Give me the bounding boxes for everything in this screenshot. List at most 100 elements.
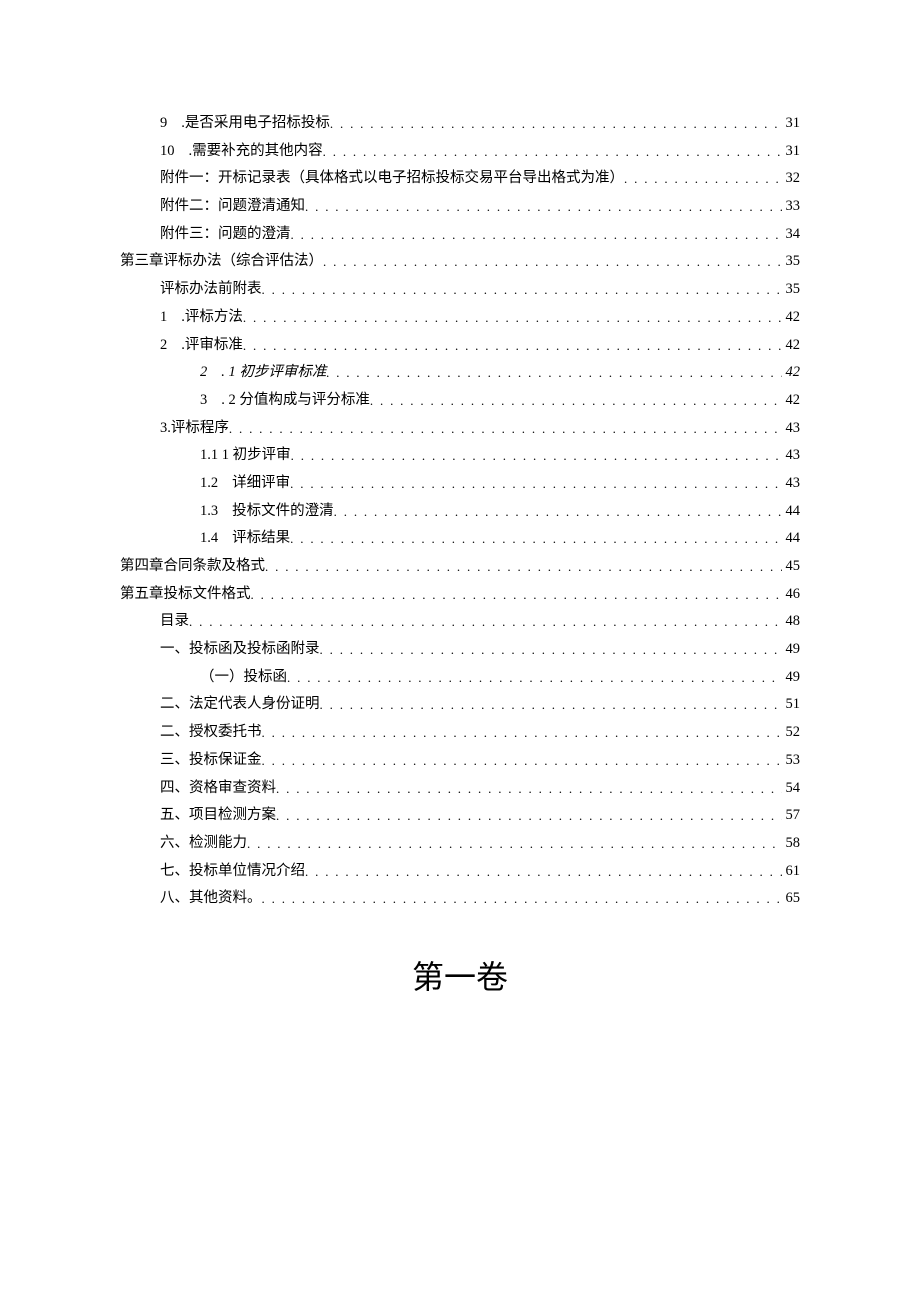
toc-entry: 附件一：开标记录表（具体格式以电子招标投标交易平台导出格式为准） 32 bbox=[120, 167, 800, 190]
toc-entry-page: 44 bbox=[782, 527, 801, 550]
toc-entry: 五、项目检测方案 57 bbox=[120, 804, 800, 827]
toc-leader-dots bbox=[330, 114, 782, 135]
toc-entry-label: 八、其他资料。 bbox=[160, 887, 262, 910]
toc-leader-dots bbox=[323, 142, 782, 163]
toc-entry: 七、投标单位情况介绍 61 bbox=[120, 860, 800, 883]
toc-entry-page: 54 bbox=[782, 777, 801, 800]
toc-leader-dots bbox=[305, 197, 782, 218]
toc-entry-label: 一、投标函及投标函附录 bbox=[160, 638, 320, 661]
toc-leader-dots bbox=[247, 834, 782, 855]
toc-leader-dots bbox=[323, 252, 782, 273]
toc-entry: 二、授权委托书 52 bbox=[120, 721, 800, 744]
toc-entry: 3.评标程序 43 bbox=[120, 417, 800, 440]
toc-leader-dots bbox=[320, 640, 782, 661]
toc-entry-label: 1.1 1 初步评审 bbox=[200, 444, 291, 467]
toc-entry-page: 45 bbox=[782, 555, 801, 578]
toc-entry: 2.评审标准 42 bbox=[120, 334, 800, 357]
toc-entry: （一）投标函49 bbox=[120, 666, 800, 689]
toc-entry-page: 32 bbox=[782, 167, 801, 190]
toc-entry-label: 3.评标程序 bbox=[160, 417, 229, 440]
toc-leader-dots bbox=[291, 446, 782, 467]
toc-entry: 10.需要补充的其他内容31 bbox=[120, 140, 800, 163]
toc-entry-page: 49 bbox=[782, 638, 801, 661]
toc-entry-page: 65 bbox=[782, 887, 801, 910]
toc-entry-page: 42 bbox=[782, 361, 801, 384]
toc-leader-dots bbox=[276, 806, 782, 827]
toc-entry: 评标办法前附表 35 bbox=[120, 278, 800, 301]
toc-entry-page: 42 bbox=[782, 334, 801, 357]
toc-leader-dots bbox=[262, 280, 782, 301]
toc-entry-label: 七、投标单位情况介绍 bbox=[160, 860, 305, 883]
toc-entry-page: 48 bbox=[782, 610, 801, 633]
toc-entry-label: 附件三：问题的澄清 bbox=[160, 223, 291, 246]
toc-entry: 1.4评标结果 44 bbox=[120, 527, 800, 550]
toc-leader-dots bbox=[326, 363, 781, 384]
toc-entry-page: 42 bbox=[782, 389, 801, 412]
toc-leader-dots bbox=[262, 723, 782, 744]
toc-entry: 9.是否采用电子招标投标31 bbox=[120, 112, 800, 135]
toc-leader-dots bbox=[189, 612, 782, 633]
toc-leader-dots bbox=[229, 419, 782, 440]
toc-entry: 四、资格审查资料 54 bbox=[120, 777, 800, 800]
toc-entry-label: 评标办法前附表 bbox=[160, 278, 262, 301]
toc-entry-label: 1.2详细评审 bbox=[200, 472, 290, 495]
toc-entry: 第五章投标文件格式 46 bbox=[120, 583, 800, 606]
toc-entry-page: 44 bbox=[782, 500, 801, 523]
volume-heading: 第一卷 bbox=[120, 952, 800, 998]
toc-entry-label: 1.评标方法 bbox=[160, 306, 243, 329]
toc-entry-label: 目录 bbox=[160, 610, 189, 633]
toc-entry: 3. 2 分值构成与评分标准42 bbox=[120, 389, 800, 412]
toc-entry-page: 31 bbox=[782, 112, 801, 135]
toc-entry: 一、投标函及投标函附录 49 bbox=[120, 638, 800, 661]
toc-entry-label: 五、项目检测方案 bbox=[160, 804, 276, 827]
toc-entry-page: 43 bbox=[782, 472, 801, 495]
toc-entry: 六、检测能力 58 bbox=[120, 832, 800, 855]
toc-leader-dots bbox=[334, 502, 782, 523]
toc-entry-label: 2.评审标准 bbox=[160, 334, 243, 357]
toc-entry: 第三章评标办法（综合评估法） 35 bbox=[120, 250, 800, 273]
toc-entry-page: 61 bbox=[782, 860, 801, 883]
toc-entry-page: 35 bbox=[782, 250, 801, 273]
toc-entry: 八、其他资料。 65 bbox=[120, 887, 800, 910]
toc-leader-dots bbox=[251, 585, 782, 606]
toc-leader-dots bbox=[276, 779, 782, 800]
table-of-contents: 9.是否采用电子招标投标3110.需要补充的其他内容31附件一：开标记录表（具体… bbox=[120, 112, 800, 910]
toc-entry-page: 49 bbox=[782, 666, 801, 689]
toc-entry: 三、投标保证金53 bbox=[120, 749, 800, 772]
toc-entry-label: 第五章投标文件格式 bbox=[120, 583, 251, 606]
toc-entry-page: 43 bbox=[782, 417, 801, 440]
toc-entry-label: 二、法定代表人身份证明 bbox=[160, 693, 320, 716]
toc-entry-page: 42 bbox=[782, 306, 801, 329]
toc-leader-dots bbox=[291, 225, 782, 246]
toc-entry: 第四章合同条款及格式 45 bbox=[120, 555, 800, 578]
toc-entry-page: 46 bbox=[782, 583, 801, 606]
toc-leader-dots bbox=[290, 474, 781, 495]
toc-entry: 二、法定代表人身份证明51 bbox=[120, 693, 800, 716]
toc-entry-label: 10.需要补充的其他内容 bbox=[160, 140, 323, 163]
toc-entry-label: 1.4评标结果 bbox=[200, 527, 290, 550]
toc-entry-label: 四、资格审查资料 bbox=[160, 777, 276, 800]
toc-entry-page: 52 bbox=[782, 721, 801, 744]
toc-entry-page: 58 bbox=[782, 832, 801, 855]
toc-entry-page: 35 bbox=[782, 278, 801, 301]
toc-entry-label: 第四章合同条款及格式 bbox=[120, 555, 265, 578]
toc-leader-dots bbox=[262, 751, 782, 772]
toc-entry: 1.1 1 初步评审43 bbox=[120, 444, 800, 467]
toc-entry: 附件二：问题澄清通知33 bbox=[120, 195, 800, 218]
toc-leader-dots bbox=[265, 557, 782, 578]
toc-entry-label: 附件二：问题澄清通知 bbox=[160, 195, 305, 218]
toc-leader-dots bbox=[624, 169, 782, 190]
toc-leader-dots bbox=[243, 336, 782, 357]
toc-leader-dots bbox=[290, 529, 781, 550]
toc-leader-dots bbox=[370, 391, 782, 412]
toc-entry-label: 附件一：开标记录表（具体格式以电子招标投标交易平台导出格式为准） bbox=[160, 167, 624, 190]
toc-entry-label: 六、检测能力 bbox=[160, 832, 247, 855]
toc-entry: 目录 48 bbox=[120, 610, 800, 633]
toc-entry-label: 二、授权委托书 bbox=[160, 721, 262, 744]
toc-entry-page: 53 bbox=[782, 749, 801, 772]
toc-entry-label: 第三章评标办法（综合评估法） bbox=[120, 250, 323, 273]
toc-entry-page: 57 bbox=[782, 804, 801, 827]
toc-leader-dots bbox=[305, 862, 782, 883]
toc-leader-dots bbox=[320, 695, 782, 716]
toc-leader-dots bbox=[243, 308, 782, 329]
